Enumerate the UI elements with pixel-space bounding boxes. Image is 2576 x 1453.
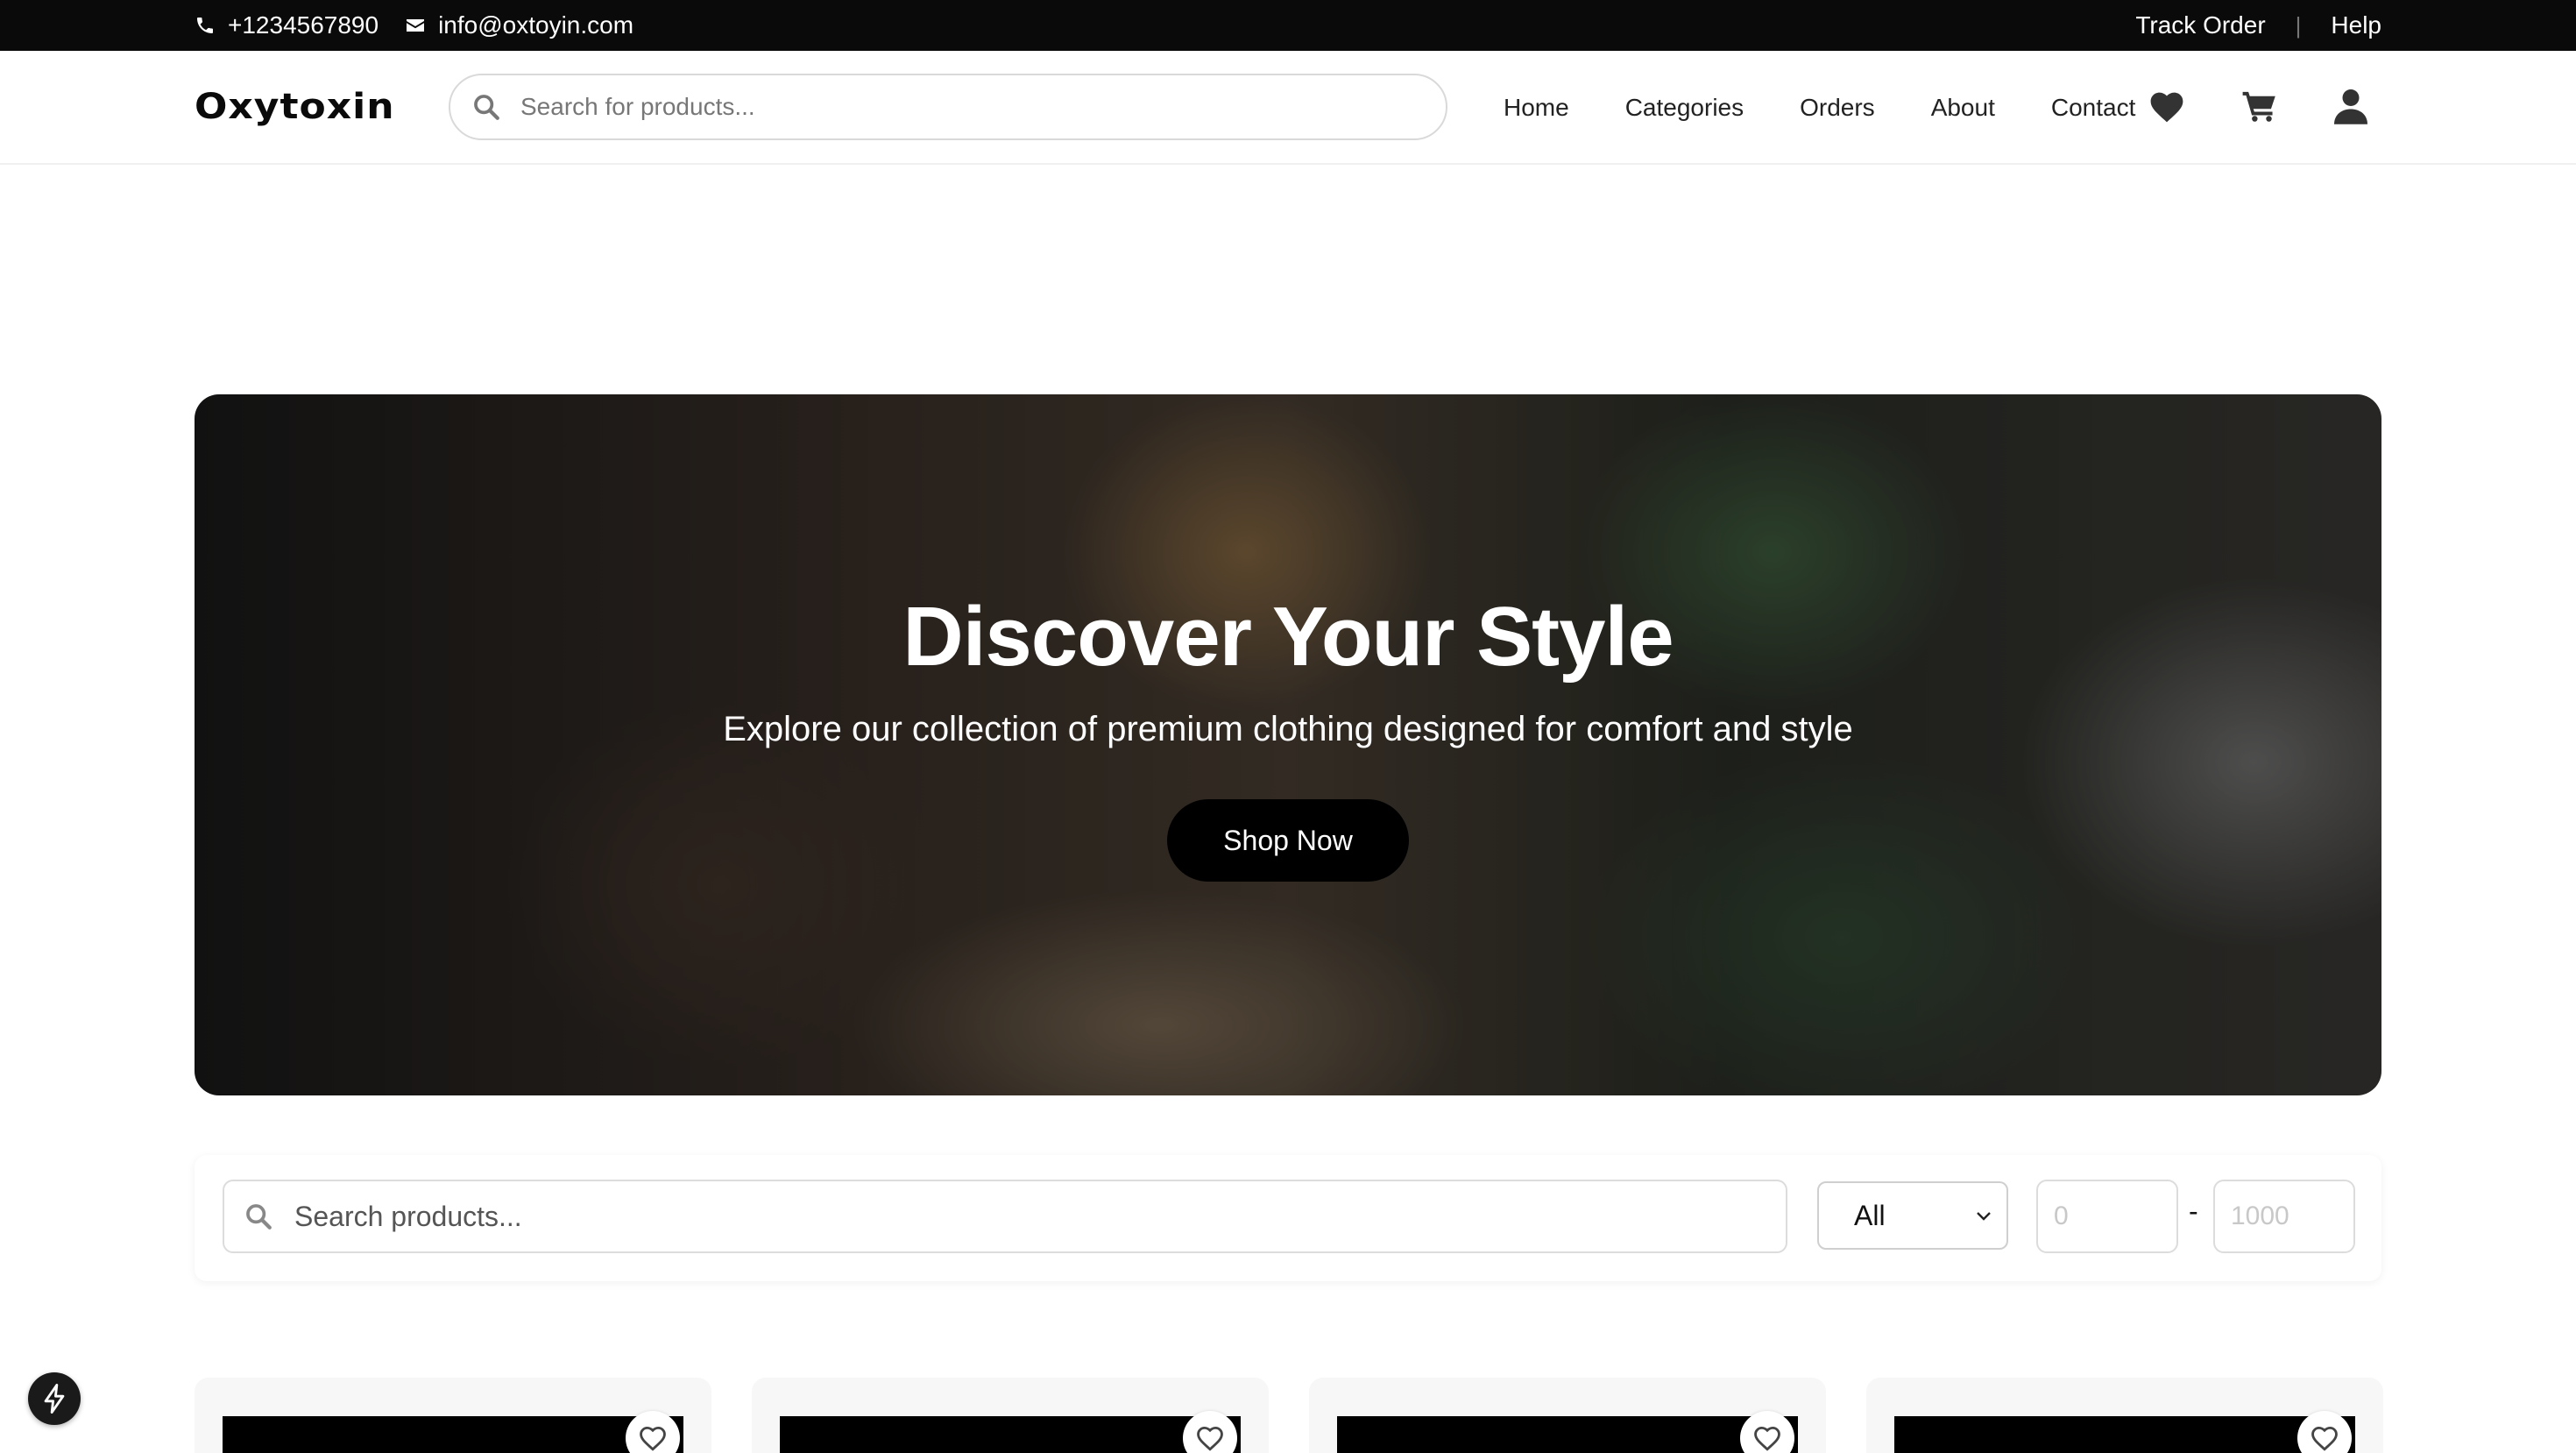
heart-outline-icon (640, 1426, 666, 1451)
price-range-separator: - (2189, 1195, 2198, 1227)
main-nav: Home Categories Orders About Contact (1504, 51, 2135, 165)
top-links-separator: | (2295, 11, 2302, 39)
category-select-value: All (1854, 1199, 1886, 1231)
header-search[interactable] (449, 74, 1447, 140)
email-contact[interactable]: info@oxtoyin.com (405, 11, 633, 39)
nav-home[interactable]: Home (1504, 94, 1569, 122)
contact-info: +1234567890 info@oxtoyin.com (195, 0, 633, 51)
price-min-input[interactable]: 0 (2036, 1180, 2178, 1253)
nav-about[interactable]: About (1931, 94, 1995, 122)
brand-logo[interactable]: Oxytoxin (195, 86, 395, 127)
product-image[interactable] (1337, 1416, 1798, 1453)
header-search-input[interactable] (520, 93, 1397, 121)
header-actions (2148, 51, 2367, 165)
top-links: Track Order | Help (2135, 0, 2381, 51)
main-header: Oxytoxin Home Categories Orders About Co… (0, 51, 2576, 165)
category-select[interactable]: All (1817, 1181, 2008, 1250)
product-filter-bar: All 0 - 1000 (195, 1155, 2381, 1281)
product-card[interactable] (195, 1378, 711, 1453)
price-max-input[interactable]: 1000 (2213, 1180, 2355, 1253)
search-icon (246, 1204, 272, 1230)
heart-outline-icon (2311, 1426, 2338, 1451)
heart-outline-icon (1197, 1426, 1223, 1451)
product-search-input[interactable] (294, 1200, 1696, 1233)
lightning-bolt-icon (44, 1384, 65, 1414)
chevron-down-icon (1977, 1212, 1991, 1221)
nav-contact[interactable]: Contact (2051, 94, 2136, 122)
top-info-bar: +1234567890 info@oxtoyin.com Track Order… (0, 0, 2576, 51)
phone-contact[interactable]: +1234567890 (195, 11, 379, 39)
nav-orders[interactable]: Orders (1800, 94, 1875, 122)
user-icon[interactable] (2334, 88, 2367, 129)
product-image[interactable] (1894, 1416, 2355, 1453)
hero-subtitle: Explore our collection of premium clothi… (723, 710, 1853, 748)
product-image[interactable] (780, 1416, 1241, 1453)
search-icon (474, 95, 499, 120)
phone-number: +1234567890 (228, 11, 379, 39)
shop-now-button[interactable]: Shop Now (1167, 799, 1409, 882)
product-search[interactable] (223, 1180, 1787, 1253)
heart-icon[interactable] (2148, 89, 2185, 128)
hero-banner: Discover Your Style Explore our collecti… (195, 394, 2381, 1095)
phone-icon (197, 18, 213, 33)
floating-action-button[interactable] (28, 1372, 81, 1425)
product-card[interactable] (1309, 1378, 1826, 1453)
help-link[interactable]: Help (2331, 11, 2381, 39)
email-address: info@oxtoyin.com (438, 11, 634, 39)
product-card[interactable] (752, 1378, 1269, 1453)
product-card[interactable] (1866, 1378, 2383, 1453)
track-order-link[interactable]: Track Order (2135, 11, 2265, 39)
nav-categories[interactable]: Categories (1625, 94, 1744, 122)
cart-icon[interactable] (2241, 89, 2278, 128)
envelope-icon (407, 19, 425, 32)
hero-title: Discover Your Style (902, 590, 1674, 684)
product-image[interactable] (223, 1416, 683, 1453)
heart-outline-icon (1754, 1426, 1780, 1451)
